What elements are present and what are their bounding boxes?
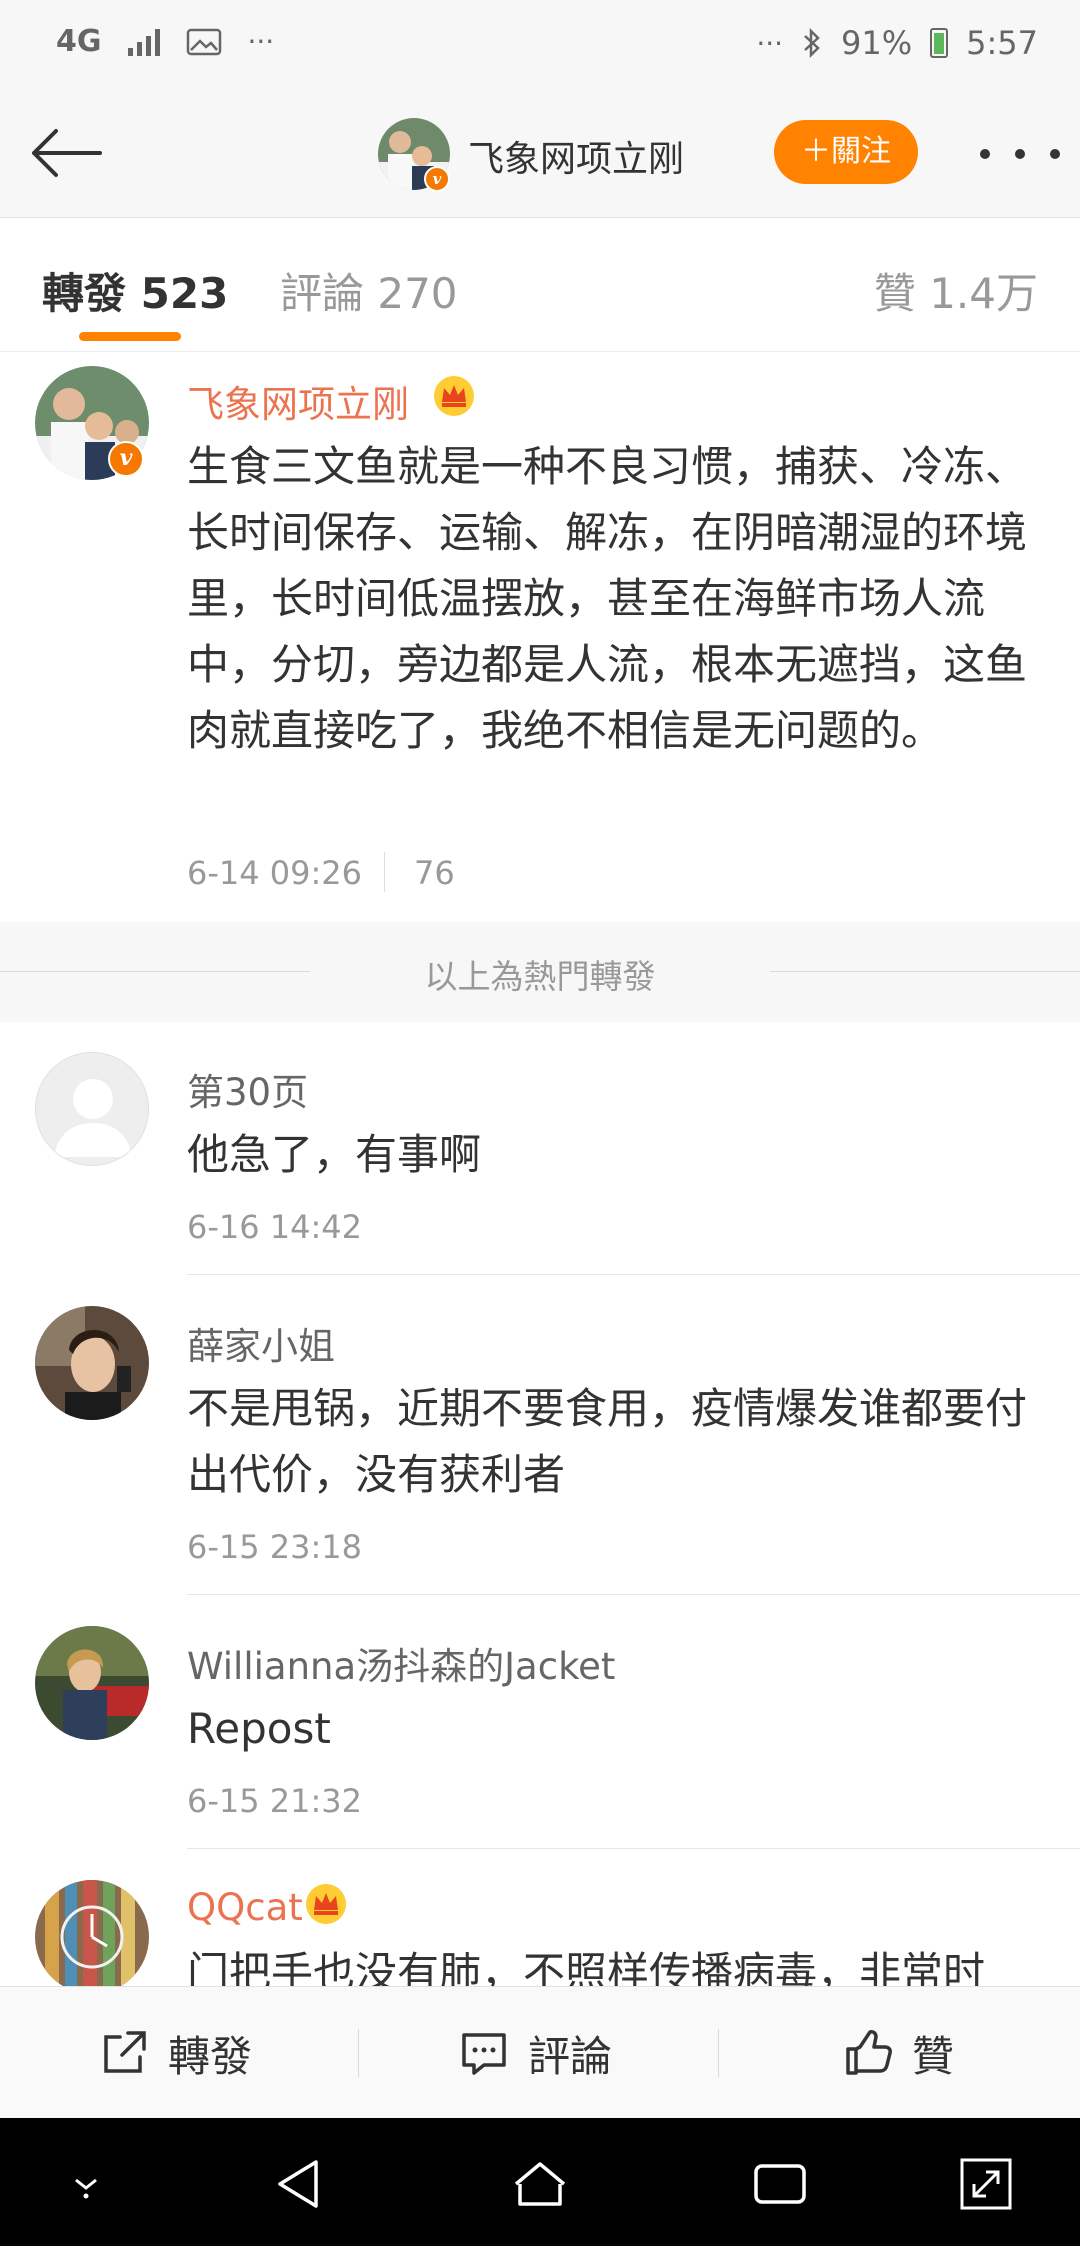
thumbs-up-icon [846,2030,892,2075]
back-nav-icon[interactable] [268,2152,332,2216]
action-divider [718,2029,719,2077]
vip-crown-icon [306,1884,346,1924]
repost-label: 轉發 [168,2031,253,2081]
bottom-action-bar: 轉發 評論 贊 [0,1986,1080,2118]
post-username[interactable]: QQcat [187,1886,303,1929]
like-button[interactable]: 贊 [842,1987,954,2119]
system-nav-bar [0,2118,1080,2246]
recent-apps-icon[interactable] [748,2152,812,2216]
expand-icon[interactable] [954,2152,1018,2216]
comment-icon [462,2033,506,2075]
action-divider [358,2029,359,2077]
avatar[interactable] [35,1880,149,1986]
like-label: 贊 [912,2031,955,2081]
comment-label: 評論 [528,2031,613,2081]
home-nav-icon[interactable] [508,2152,572,2216]
hide-keyboard-icon[interactable] [54,2152,118,2216]
repost-button[interactable]: 轉發 [98,1987,252,2119]
comment-button[interactable]: 評論 [458,1987,612,2119]
repost-icon [104,2031,146,2073]
list-item[interactable]: QQcat 门把手也没有肺，不照样传播病毒，非常时 [0,0,1080,1986]
post-content: 门把手也没有肺，不照样传播病毒，非常时 [187,1948,986,1986]
